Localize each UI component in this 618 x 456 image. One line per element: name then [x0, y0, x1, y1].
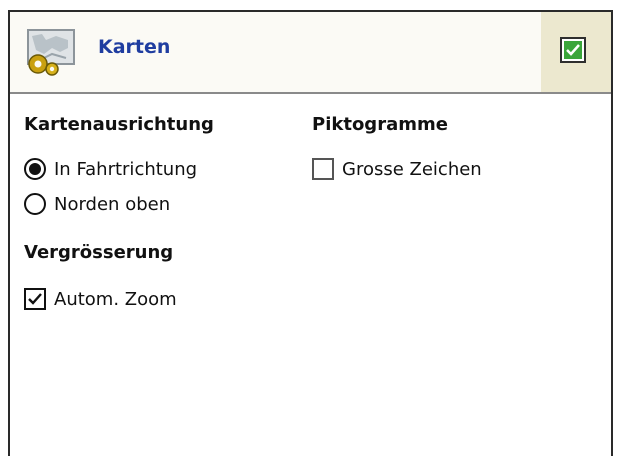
magnification-heading: Vergrösserung [24, 242, 174, 263]
checkmark-icon [28, 293, 42, 305]
auto-zoom-label: Autom. Zoom [54, 288, 177, 310]
radio-heading-up-indicator[interactable] [24, 158, 46, 180]
ok-zone [541, 12, 611, 92]
radio-north-up-label: Norden oben [54, 193, 171, 215]
ok-button[interactable] [560, 37, 586, 63]
radio-heading-up[interactable]: In Fahrtrichtung [24, 158, 197, 180]
auto-zoom-checkbox[interactable]: Autom. Zoom [24, 288, 177, 310]
map-settings-icon [22, 26, 78, 76]
settings-content: Kartenausrichtung In Fahrtrichtung Norde… [10, 94, 611, 456]
large-icons-checkbox-box[interactable] [312, 158, 334, 180]
large-icons-label: Grosse Zeichen [342, 158, 482, 180]
auto-zoom-checkbox-box[interactable] [24, 288, 46, 310]
radio-heading-up-label: In Fahrtrichtung [54, 158, 198, 180]
radio-north-up-indicator[interactable] [24, 193, 46, 215]
settings-window: Karten Kartenausrichtung In Fahrtrichtun… [8, 10, 613, 456]
title-bar: Karten [10, 12, 611, 94]
radio-north-up[interactable]: Norden oben [24, 193, 170, 215]
ok-check-icon [564, 41, 582, 59]
page-title: Karten [98, 36, 171, 58]
large-icons-checkbox[interactable]: Grosse Zeichen [312, 158, 482, 180]
pictograms-heading: Piktogramme [312, 114, 448, 135]
map-orientation-heading: Kartenausrichtung [24, 114, 214, 135]
